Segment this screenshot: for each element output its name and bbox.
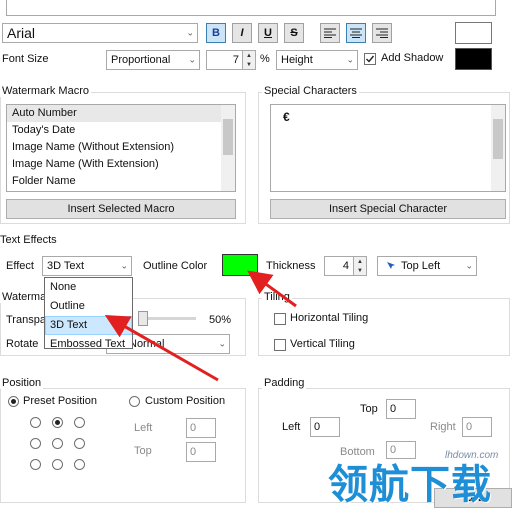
annotation-arrows [104,270,297,382]
annotation-arrow [104,315,219,382]
annotation-arrow [247,270,297,308]
